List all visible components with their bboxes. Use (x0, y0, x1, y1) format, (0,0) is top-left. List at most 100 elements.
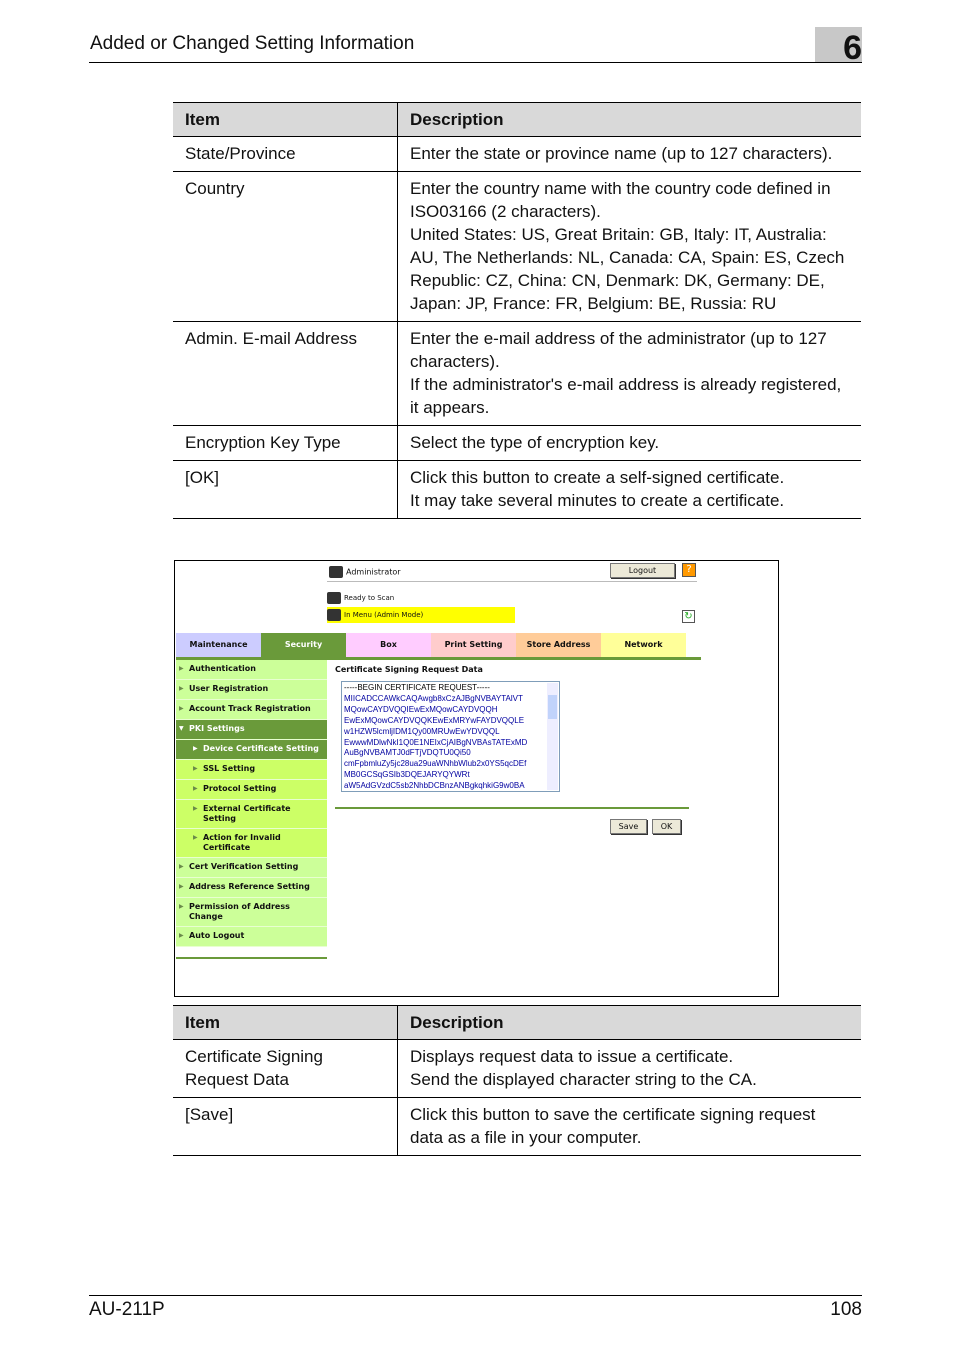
sidebar-item-auto-logout[interactable]: Auto Logout (176, 927, 327, 947)
description-cell: Enter the e-mail address of the administ… (397, 321, 861, 426)
description-line: Displays request data to issue a certifi… (410, 1047, 734, 1066)
refresh-icon[interactable]: ↻ (682, 610, 695, 623)
web-ui-screenshot: Administrator Logout ? Ready to Scan In … (174, 560, 779, 997)
csr-line: MIICADCCAWkCAQAwgb8xCzAJBgNVBAYTAlVT (344, 693, 523, 703)
tab-security[interactable]: Security (261, 633, 346, 657)
description-line: United States: US, Great Britain: GB, It… (410, 225, 845, 313)
description-line: It may take several minutes to create a … (410, 491, 785, 510)
footer-model: AU-211P (89, 1299, 165, 1320)
scroll-thumb[interactable] (548, 695, 557, 719)
table-row: Country Enter the country name with the c… (173, 171, 861, 322)
csr-textarea[interactable]: -----BEGIN CERTIFICATE REQUEST----- MIICA… (341, 681, 560, 792)
sidebar-item-action-for-invalid-certificate[interactable]: Action for Invalid Certificate (176, 829, 327, 858)
table-row: Admin. E-mail Address Enter the e-mail ad… (173, 321, 861, 426)
settings-table: Item Description State/Province Enter the s… (173, 102, 861, 519)
footer-rule (89, 1295, 862, 1296)
scanner-icon (327, 592, 341, 604)
description-line: Enter the country name with the country … (410, 179, 831, 221)
header-item: Item (173, 1005, 398, 1040)
status-ready-text: Ready to Scan (344, 594, 395, 602)
table-row: [OK] Click this button to create a self-s… (173, 460, 861, 519)
sidebar-item-permission-of-address-change[interactable]: Permission of Address Change (176, 898, 327, 927)
status-mode-text: In Menu (Admin Mode) (344, 611, 424, 619)
description-cell: Enter the country name with the country … (397, 171, 861, 322)
item-cell: Encryption Key Type (173, 425, 398, 461)
admin-user-icon (329, 566, 343, 578)
table-row: Certificate Signing Request Data Displays… (173, 1039, 861, 1098)
scrollbar[interactable] (547, 683, 558, 790)
tab-store-address[interactable]: Store Address (516, 633, 601, 657)
header-rule (89, 62, 862, 63)
csr-line: MQowCAYDVQQIEwExMQowCAYDVQQH (344, 704, 498, 714)
sidebar-end-rule (176, 957, 327, 959)
sidebar-item-cert-verification-setting[interactable]: Cert Verification Setting (176, 858, 327, 878)
item-cell: Country (173, 171, 398, 322)
sidebar-item-external-certificate-setting[interactable]: External Certificate Setting (176, 800, 327, 829)
tab-bar: Maintenance Security Box Print Setting Store… (176, 633, 686, 657)
description-line: Send the displayed character string to t… (410, 1070, 757, 1089)
description-line: If the administrator's e-mail address is… (410, 375, 842, 417)
table-row: Encryption Key Type Select the type of en… (173, 425, 861, 461)
page-number: 108 (830, 1299, 862, 1320)
csr-line: EwwwMDlwNkI1Q0E1NEIxCjAIBgNVBAsTATExMD (344, 737, 528, 747)
description-line: Enter the e-mail address of the administ… (410, 329, 827, 371)
csr-line: -----BEGIN CERTIFICATE REQUEST----- (344, 683, 490, 692)
content-divider (335, 807, 689, 809)
ok-button[interactable]: OK (652, 819, 681, 834)
description-cell: Enter the state or province name (up to … (397, 136, 861, 172)
csr-line: w1HZW5lcmljIDM1Qy00MRUwEwYDVQQL (344, 726, 500, 736)
csr-line: aW5AdGVzdC5sb2NhbDCBnzANBgkqhkiG9w0BA (344, 781, 525, 791)
csr-line: EwExMQowCAYDVQQKEwExMRYwFAYDVQQLE (344, 715, 525, 725)
table-header: Item Description (173, 1005, 861, 1040)
table-header: Item Description (173, 102, 861, 137)
tab-box[interactable]: Box (346, 633, 431, 657)
csr-line: AuBgNVBAMTJ0dFTjVDQTU0Qi50 (344, 748, 471, 758)
header-description: Description (397, 102, 861, 137)
chapter-badge: 6 (815, 27, 862, 67)
item-cell: [OK] (173, 460, 398, 519)
header-divider (327, 581, 697, 582)
sidebar: AuthenticationUser RegistrationAccount T… (176, 660, 327, 959)
csr-table: Item Description Certificate Signing Reque… (173, 1005, 861, 1156)
logout-button[interactable]: Logout (610, 563, 675, 578)
status-mode: In Menu (Admin Mode) (327, 607, 515, 623)
description-cell: Click this button to create a self-signe… (397, 460, 861, 519)
description-line: Click this button to create a self-signe… (410, 468, 785, 487)
sidebar-item-account-track-registration[interactable]: Account Track Registration (176, 700, 327, 720)
tab-maintenance[interactable]: Maintenance (176, 633, 261, 657)
help-icon[interactable]: ? (682, 563, 696, 577)
table-row: [Save] Click this button to save the cert… (173, 1097, 861, 1156)
sidebar-item-protocol-setting[interactable]: Protocol Setting (176, 780, 327, 800)
description-cell: Displays request data to issue a certifi… (397, 1039, 861, 1098)
printer-icon (327, 609, 341, 621)
description-cell: Select the type of encryption key. (397, 425, 861, 461)
sidebar-item-ssl-setting[interactable]: SSL Setting (176, 760, 327, 780)
status-ready: Ready to Scan (327, 592, 394, 604)
tab-network[interactable]: Network (601, 633, 686, 657)
admin-label: Administrator (329, 566, 401, 578)
description-cell: Click this button to save the certificat… (397, 1097, 861, 1156)
sidebar-item-authentication[interactable]: Authentication (176, 660, 327, 680)
page: Added or Changed Setting Information 6 I… (0, 0, 954, 1352)
admin-name: Administrator (346, 567, 401, 577)
sidebar-item-address-reference-setting[interactable]: Address Reference Setting (176, 878, 327, 898)
running-header: Added or Changed Setting Information (90, 33, 415, 54)
table-row: State/Province Enter the state or provinc… (173, 136, 861, 172)
item-cell: State/Province (173, 136, 398, 172)
tab-print-setting[interactable]: Print Setting (431, 633, 516, 657)
item-cell: [Save] (173, 1097, 398, 1156)
csr-line: MB0GCSqGSIb3DQEJARYQYWRt (344, 770, 470, 780)
sidebar-item-user-registration[interactable]: User Registration (176, 680, 327, 700)
item-cell: Admin. E-mail Address (173, 321, 398, 426)
description-line: Enter the state or province name (up to … (410, 144, 833, 163)
description-line: Click this button to save the certificat… (410, 1105, 816, 1147)
content-title: Certificate Signing Request Data (335, 665, 483, 674)
item-cell: Certificate Signing Request Data (173, 1039, 398, 1098)
sidebar-item-pki-settings[interactable]: PKI Settings (176, 720, 327, 740)
csr-line: cmFpbmluZy5jc28ua29uaWNhbWlub2x0YS5qcDEf (344, 759, 527, 769)
header-item: Item (173, 102, 398, 137)
description-line: Select the type of encryption key. (410, 433, 660, 452)
sidebar-item-device-certificate-setting[interactable]: Device Certificate Setting (176, 740, 327, 760)
save-button[interactable]: Save (610, 819, 647, 834)
header-description: Description (397, 1005, 861, 1040)
